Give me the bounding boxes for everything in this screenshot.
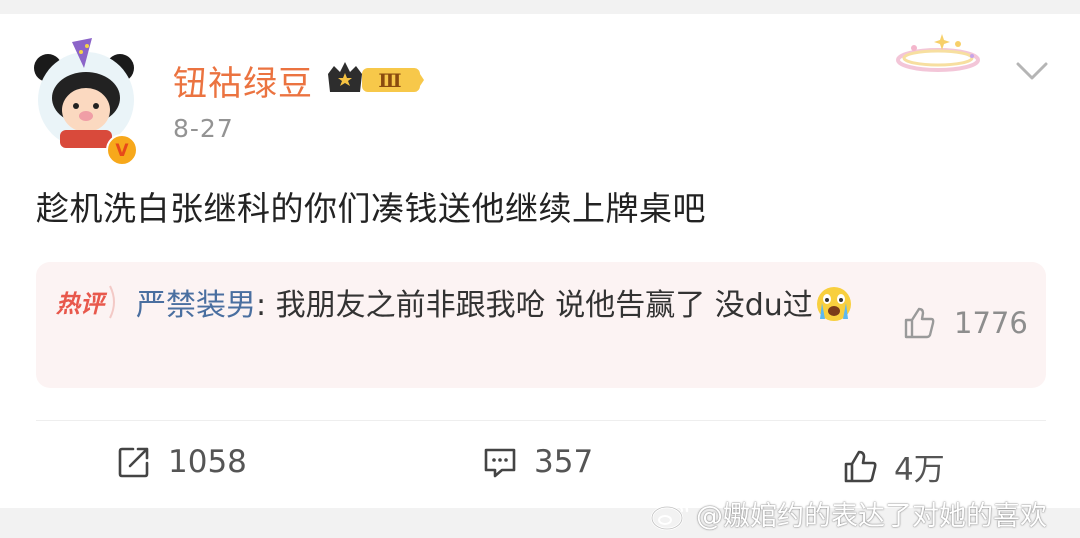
comment-button[interactable]: 357 <box>482 444 593 480</box>
watermark: @嫐婠约的表达了对她的喜欢 <box>650 494 1047 533</box>
comment-count: 357 <box>534 444 594 480</box>
like-button[interactable]: 4万 <box>842 444 945 489</box>
like-count: 4万 <box>894 452 945 488</box>
hot-comment-like[interactable]: 1776 <box>902 306 1028 340</box>
post-card: V 钮祜绿豆 Ⅲ 8-27 趁机洗白张继科的你们凑钱送他继续上牌桌吧 热评 严禁… <box>0 14 1080 508</box>
verified-badge-icon: V <box>106 134 138 166</box>
repost-count: 1058 <box>168 444 247 480</box>
svg-text:Ⅲ: Ⅲ <box>378 70 401 92</box>
divider <box>36 420 1046 421</box>
chevron-down-icon[interactable] <box>1014 58 1050 84</box>
comment-icon <box>484 448 516 478</box>
repost-button[interactable]: 1058 <box>116 444 247 480</box>
hot-comment-body: 严禁装男: 我朋友之前非跟我呛 说他告赢了 没du过 <box>136 280 876 332</box>
post-text: 趁机洗白张继科的你们凑钱送他继续上牌桌吧 <box>36 189 706 228</box>
level-badge: Ⅲ <box>326 58 426 96</box>
thumbs-up-icon <box>904 307 935 339</box>
svg-text:热评: 热评 <box>55 290 108 318</box>
weibo-logo-icon <box>650 499 689 530</box>
repost-icon <box>118 447 149 478</box>
hot-comment[interactable]: 热评 严禁装男: 我朋友之前非跟我呛 说他告赢了 没du过 1776 <box>36 262 1046 388</box>
hot-comment-like-count: 1776 <box>954 306 1028 340</box>
hot-comment-user[interactable]: 严禁装男 <box>136 288 256 323</box>
hot-comment-text: 我朋友之前非跟我呛 说他告赢了 没du过 <box>275 288 813 323</box>
post-username[interactable]: 钮祜绿豆 <box>173 56 313 105</box>
svg-text:V: V <box>115 141 129 161</box>
user-avatar[interactable]: V <box>34 38 140 166</box>
hot-comment-label: 热评 <box>54 282 120 322</box>
post-date: 8-27 <box>173 114 234 143</box>
watermark-text: @嫐婠约的表达了对她的喜欢 <box>696 501 1047 532</box>
comment-colon: : <box>256 288 276 323</box>
crying-face-icon <box>815 285 853 323</box>
thumbs-up-icon <box>844 450 877 482</box>
decoration-sparkle-icon <box>892 28 984 78</box>
